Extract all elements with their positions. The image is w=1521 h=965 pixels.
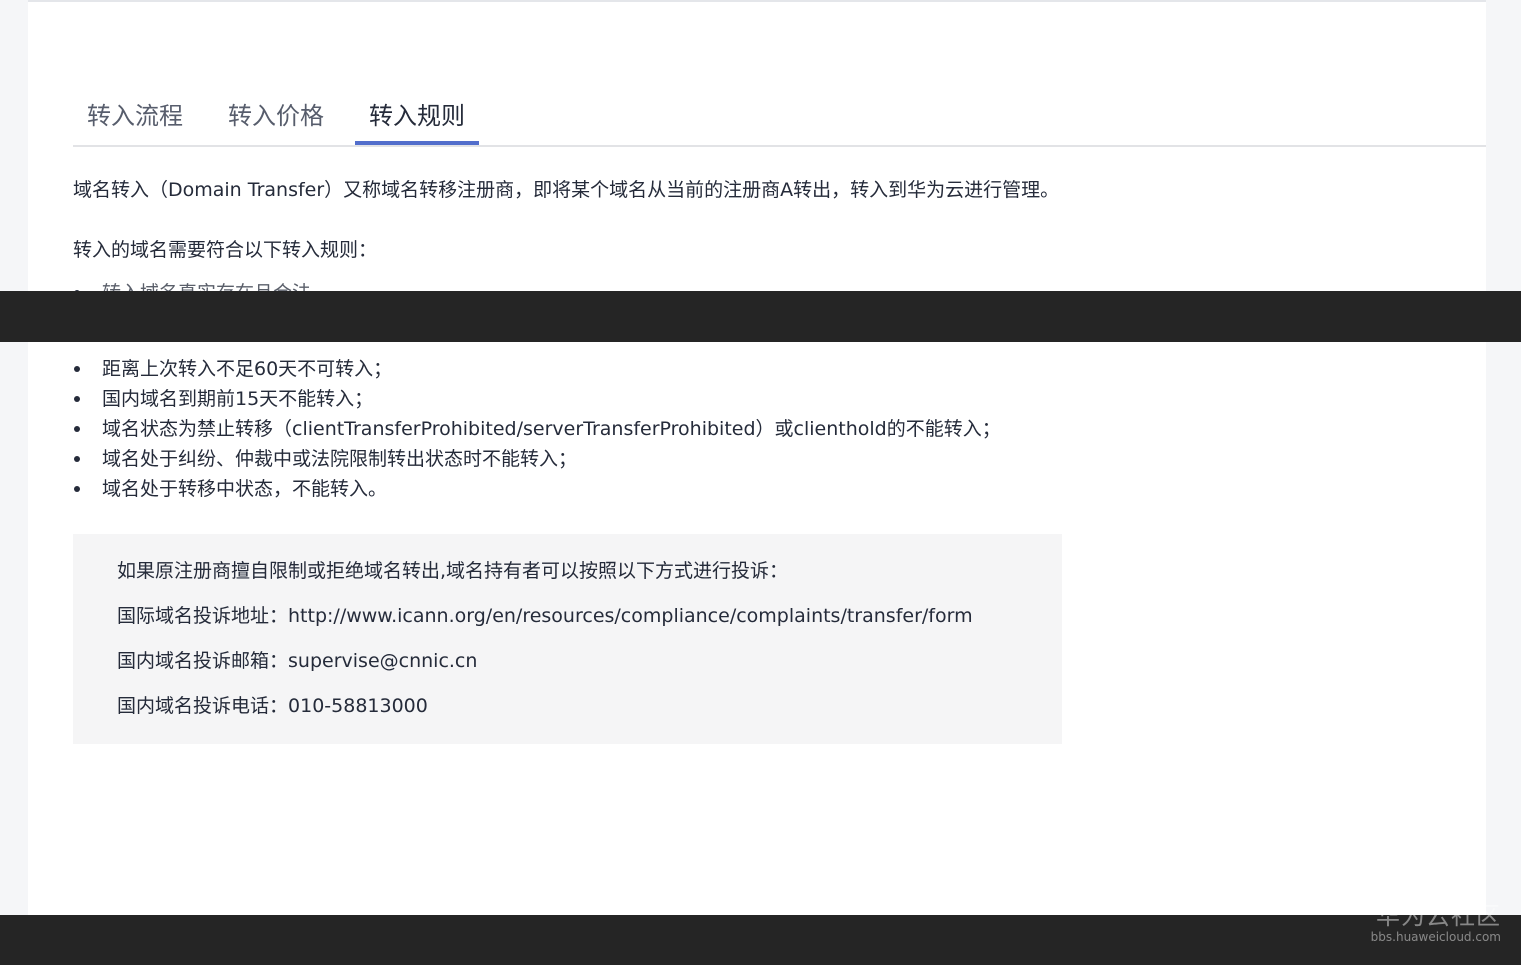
complaint-notice: 如果原注册商擅自限制或拒绝域名转出,域名持有者可以按照以下方式进行投诉： 国际域… bbox=[73, 534, 1062, 744]
phone-complaint-label: 国内域名投诉电话： bbox=[117, 695, 289, 717]
watermark-url: bbs.huaweicloud.com bbox=[1370, 930, 1501, 944]
tab-transfer-process[interactable]: 转入流程 bbox=[73, 94, 197, 145]
watermark: 华为云社区 bbs.huaweicloud.com bbox=[1371, 902, 1501, 944]
tab-bar: 转入流程 转入价格 转入规则 bbox=[73, 94, 1486, 147]
email-complaint-line: 国内域名投诉邮箱：supervise@cnnic.cn bbox=[117, 646, 1062, 691]
email-complaint-label: 国内域名投诉邮箱： bbox=[117, 650, 289, 672]
footer-bar bbox=[0, 915, 1521, 965]
intl-complaint-link[interactable]: http://www.icann.org/en/resources/compli… bbox=[288, 605, 973, 627]
notice-title: 如果原注册商擅自限制或拒绝域名转出,域名持有者可以按照以下方式进行投诉： bbox=[117, 560, 789, 582]
intro-text: 域名转入（Domain Transfer）又称域名转移注册商，即将某个域名从当前… bbox=[73, 179, 1060, 201]
tab-transfer-rules[interactable]: 转入规则 bbox=[355, 94, 479, 145]
rules-title: 转入的域名需要符合以下转入规则： bbox=[73, 239, 378, 261]
list-item: 域名状态为禁止转移（clientTransferProhibited/serve… bbox=[73, 414, 1001, 444]
list-item: 国内域名到期前15天不能转入； bbox=[73, 384, 1001, 414]
list-item: 域名处于转移中状态，不能转入。 bbox=[73, 474, 1001, 504]
list-item: 距离上次转入不足60天不可转入； bbox=[73, 354, 1001, 384]
overlay-bar bbox=[0, 291, 1521, 342]
email-complaint-link[interactable]: supervise@cnnic.cn bbox=[288, 650, 477, 672]
phone-complaint-value: 010-58813000 bbox=[288, 695, 428, 717]
watermark-logo: 华为云社区 bbox=[1376, 902, 1501, 930]
intl-complaint-line: 国际域名投诉地址：http://www.icann.org/en/resourc… bbox=[117, 601, 1062, 646]
list-item: 域名处于纠纷、仲裁中或法院限制转出状态时不能转入； bbox=[73, 444, 1001, 474]
phone-complaint-line: 国内域名投诉电话：010-58813000 bbox=[117, 691, 1062, 736]
intl-complaint-label: 国际域名投诉地址： bbox=[117, 605, 289, 627]
tab-transfer-price[interactable]: 转入价格 bbox=[214, 94, 338, 145]
